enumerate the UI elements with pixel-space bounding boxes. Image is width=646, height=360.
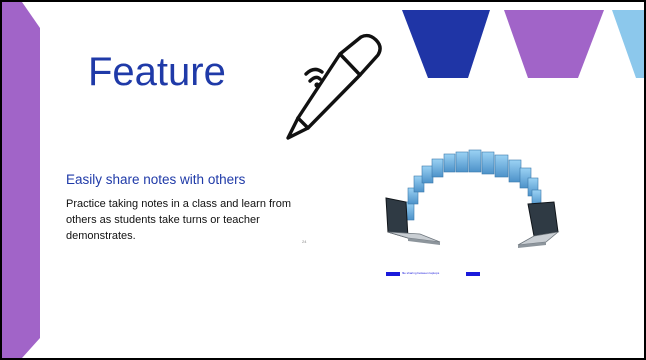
slide-body-text: Practice taking notes in a class and lea… (66, 198, 292, 242)
caption-bar-left-block (386, 272, 400, 276)
left-accent-band (2, 2, 40, 358)
slide-title: Feature (88, 50, 226, 94)
slide: Feature Easily share notes with others P… (0, 0, 646, 360)
image-caption: file sharing between laptops (402, 271, 440, 275)
right-laptop (517, 201, 560, 248)
flying-folders (405, 149, 542, 221)
page-number: 24 (302, 239, 307, 244)
hexagon-light-blue (612, 10, 644, 78)
laptops-file-transfer-illustration (385, 149, 560, 248)
image-caption-bar: file sharing between laptops (386, 271, 480, 276)
hexagon-decoration (402, 10, 644, 78)
hexagon-purple (504, 10, 604, 78)
slide-subtitle: Easily share notes with others (66, 172, 246, 187)
hexagon-blue (402, 10, 490, 78)
caption-bar-right-block (466, 272, 480, 276)
wireless-smart-pen-icon (286, 33, 382, 140)
